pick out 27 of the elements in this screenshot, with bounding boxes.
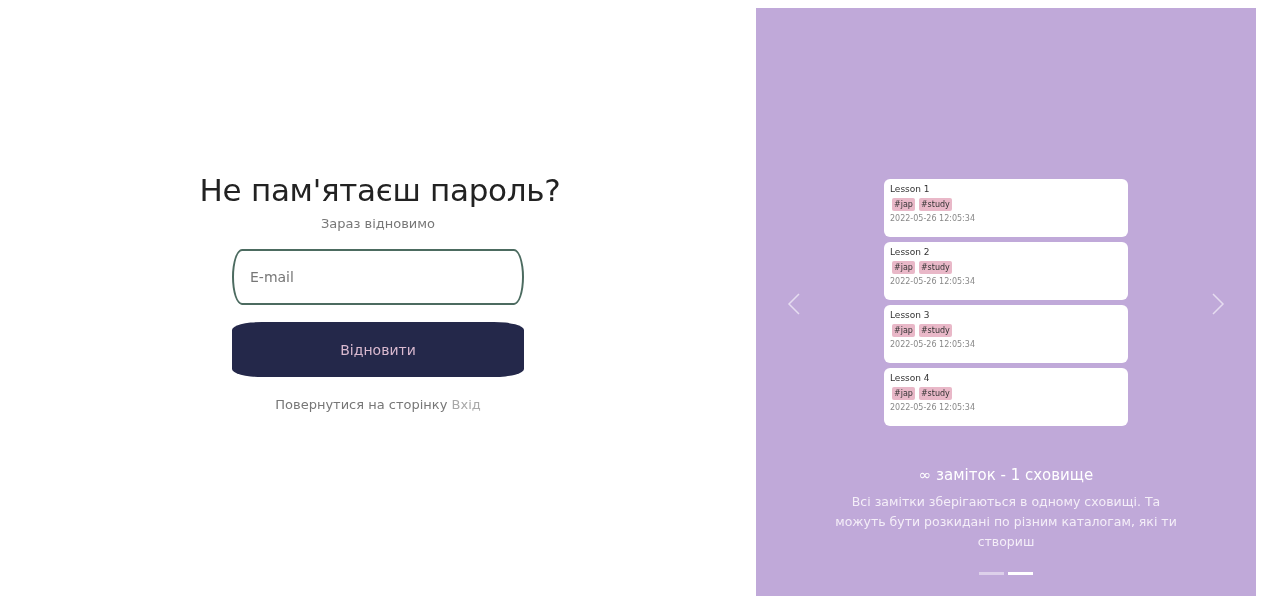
note-date: 2022-05-26 12:05:34 (890, 340, 976, 349)
note-tag: #study (918, 261, 952, 274)
chevron-right-icon[interactable] (1211, 292, 1225, 316)
back-text: Повернутися на сторінку (275, 397, 448, 412)
note-tag: #jap (892, 324, 915, 337)
note-tag: #jap (892, 261, 915, 274)
note-tag: #study (918, 324, 952, 337)
chevron-left-icon[interactable] (787, 292, 801, 316)
note-title: Lesson 1 (890, 184, 931, 194)
slide-indicator[interactable] (1008, 572, 1033, 575)
note-title: Lesson 3 (890, 310, 931, 320)
note-tag: #study (918, 198, 952, 211)
restore-button[interactable]: Відновити (232, 322, 524, 377)
subtitle: Зараз відновимо (320, 216, 436, 231)
note-title: Lesson 4 (890, 373, 931, 383)
page-title: Не пам'ятаєш пароль? (199, 172, 561, 208)
note-tag: #study (918, 387, 952, 400)
slide-indicator[interactable] (979, 572, 1004, 575)
note-date: 2022-05-26 12:05:34 (890, 403, 976, 412)
note-tag: #jap (892, 387, 915, 400)
slide-description: Всі замітки зберігаються в одному сховищі. Та можуть бути розкидані по різним каталогам, які ти створиш (834, 493, 1178, 551)
note-title: Lesson 2 (890, 247, 931, 257)
note-date: 2022-05-26 12:05:34 (890, 277, 976, 286)
note-tag: #jap (892, 198, 915, 211)
slide-heading: ∞ заміток - 1 сховище (918, 466, 1094, 484)
note-date: 2022-05-26 12:05:34 (890, 214, 976, 223)
email-field[interactable]: E-mail (232, 249, 524, 305)
